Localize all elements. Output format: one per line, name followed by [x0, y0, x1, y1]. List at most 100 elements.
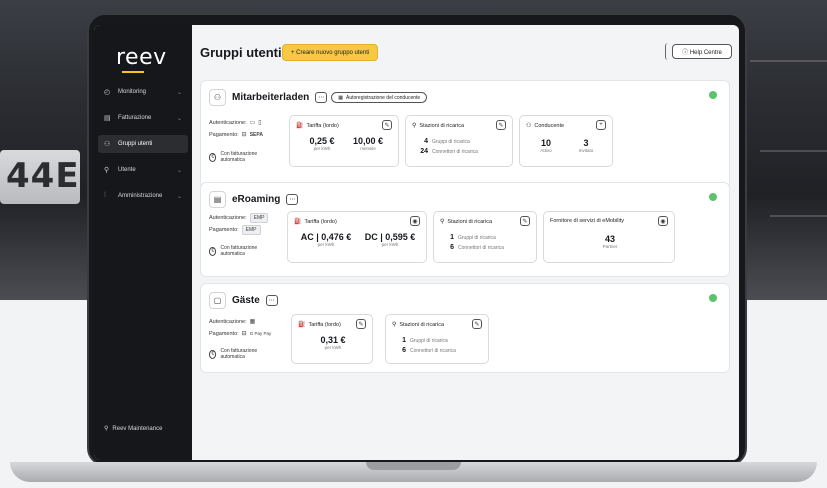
more-options-button[interactable]: ⋯ [265, 295, 278, 306]
group-icon: ⚇ [104, 141, 111, 148]
reev-logo[interactable]: reev [116, 45, 167, 70]
stations-header: ⚲ Stazioni di ricarica [440, 218, 493, 226]
auth-label: Autenticazione: [209, 119, 247, 126]
card-header: ▤ eRoaming ⋯ [209, 191, 299, 208]
tariff-unit: mensile [360, 146, 376, 151]
roaming-icon: ▤ [209, 191, 226, 208]
card-header: ⚇ Mitarbeiterladen ⋯ ▦ Autoregistrazione… [209, 89, 428, 106]
tariff-value-dc: DC | 0,595 € per kWh [358, 232, 422, 247]
sidebar-item-label: Fatturazione [118, 115, 152, 121]
providers-header: Fornitore di servizi di eMobility [550, 218, 624, 224]
license-plate: 44E [0, 150, 80, 204]
status-check-icon [709, 91, 717, 99]
stations-title: Stazioni di ricarica [447, 218, 493, 225]
invoice-icon: ▤ [104, 115, 111, 122]
billing-icon: € [209, 152, 217, 162]
stations-box: ⚲ Stazioni di ricarica ✎ 1 Gruppi di ricar… [385, 314, 489, 364]
connectors-row: 24 Connettori di ricarica [418, 148, 478, 155]
billing-label: Con fatturazione automatica [220, 348, 258, 360]
view-tariff-button[interactable]: ◉ [410, 216, 420, 226]
wallet-icon: ⊟ [241, 331, 247, 337]
drivers-title: Conducente [534, 122, 565, 129]
add-driver-button[interactable]: + [596, 120, 606, 130]
stations-title: Stazioni di ricarica [419, 122, 465, 129]
auth-label: Autenticazione: [209, 215, 247, 221]
group-card-mitarbeiterladen[interactable]: ⚇ Mitarbeiterladen ⋯ ▦ Autoregistrazione… [200, 80, 730, 188]
more-options-button[interactable]: ⋯ [286, 194, 299, 205]
count-label: Connettori di ricarica [458, 244, 504, 251]
tariff-title: Tariffa (lordo) [304, 218, 337, 225]
status-check-icon [709, 193, 717, 201]
partner-count: 43 Partner [580, 234, 640, 249]
location-pin-icon: ⚲ [412, 123, 417, 129]
payment-tag: EMP [241, 225, 261, 235]
tariff-icon: ⛽ [294, 219, 302, 225]
invited-drivers: 3 Invitato [566, 138, 606, 153]
stations-header: ⚲ Stazioni di ricarica [412, 122, 465, 130]
count: 4 [424, 138, 428, 145]
location-pin-icon: ⚲ [440, 219, 445, 225]
tariff-value-1: 0,31 € per kWh [308, 335, 358, 350]
stations-box: ⚲ Stazioni di ricarica ✎ 4 Gruppi di ricar… [405, 115, 513, 167]
tariff-price: 0,25 € [309, 136, 335, 146]
count-label: Gruppi di ricarica [410, 337, 448, 344]
stations-box: ⚲ Stazioni di ricarica ✎ 1 Gruppi di ricar… [433, 211, 537, 263]
payment-label: Pagamento: [209, 131, 239, 138]
logo-underline [122, 71, 144, 73]
help-centre-button[interactable]: ⓘ Help Centre [672, 44, 732, 59]
group-card-gaeste[interactable]: ▢ Gäste ⋯ Autenticazione: ▦ Pagamento: ⊟… [200, 283, 730, 373]
driver-count: 10 [540, 138, 551, 148]
create-group-button[interactable]: + Creare nuovo gruppo utenti [282, 44, 379, 61]
sidebar-item-gruppi-utenti[interactable]: ⚇ Gruppi utenti [98, 135, 188, 153]
tariff-header: ⛽ Tariffa (lordo) [298, 321, 341, 329]
stations-header: ⚲ Stazioni di ricarica [392, 321, 445, 329]
sidebar-item-fatturazione[interactable]: ▤ Fatturazione ⌄ [98, 109, 188, 127]
qr-code-icon: ▦ [249, 319, 256, 325]
provider-count-label: Partner [602, 244, 618, 249]
group-icon: ⚇ [526, 123, 532, 129]
edit-stations-button[interactable]: ✎ [496, 120, 506, 130]
auth-label: Autenticazione: [209, 318, 247, 325]
chevron-down-icon: ⌄ [176, 167, 182, 174]
sidebar: reev ◴ Monitoring ⌄ ▤ Fatturazione ⌄ ⚇ G… [94, 25, 192, 460]
count: 1 [450, 234, 454, 241]
sidebar-item-amministrazione[interactable]: ⫶ Amministrazione ⌄ [98, 187, 188, 205]
wallet-pay-logos: G Pay Pay [249, 331, 272, 336]
user-icon: ⚲ [104, 167, 110, 174]
count: 6 [450, 244, 454, 251]
count-label: Connettori di ricarica [410, 347, 456, 354]
tariff-header: ⛽ Tariffa (lordo) [294, 218, 337, 226]
sidebar-item-utente[interactable]: ⚲ Utente ⌄ [98, 161, 188, 179]
account-menu[interactable]: ⚲ Reev Maintenance [104, 425, 162, 433]
view-providers-button[interactable]: ◉ [658, 216, 668, 226]
more-options-button[interactable]: ⋯ [315, 92, 328, 103]
light-stripe [750, 60, 827, 62]
help-divider [665, 43, 671, 60]
tariff-unit: per kWh [313, 146, 331, 151]
auth-row: Autenticazione: ▦ [209, 318, 256, 326]
billing-icon: € [209, 349, 217, 359]
tariff-unit: per kWh [381, 242, 399, 247]
charging-groups-row: 1 Gruppi di ricarica [444, 234, 496, 241]
connectors-row: 6 Connettori di ricarica [396, 347, 456, 354]
auto-billing: € Con fatturazione automatica [209, 245, 269, 257]
edit-stations-button[interactable]: ✎ [472, 319, 482, 329]
stations-title: Stazioni di ricarica [399, 321, 445, 328]
group-card-eroaming[interactable]: ▤ eRoaming ⋯ Autenticazione: EMP Pagamen… [200, 182, 730, 277]
count: 6 [402, 347, 406, 354]
tariff-box: ⛽ Tariffa (lordo) ◉ AC | 0,476 € per kWh … [287, 211, 427, 263]
driver-count: 3 [583, 138, 589, 148]
guest-icon: ▢ [209, 292, 226, 309]
tariff-price: AC | 0,476 € [300, 232, 352, 242]
sidebar-item-label: Amministrazione [118, 193, 163, 199]
edit-tariff-button[interactable]: ✎ [382, 120, 392, 130]
payment-row: Pagamento: ⊟ SEPA [209, 131, 263, 139]
tariff-price: 0,31 € [320, 335, 346, 345]
provider-count: 43 [604, 234, 615, 244]
edit-tariff-button[interactable]: ✎ [356, 319, 366, 329]
edit-stations-button[interactable]: ✎ [520, 216, 530, 226]
card-title: Mitarbeiterladen [232, 92, 310, 103]
tariff-box: ⛽ Tariffa (lordo) ✎ 0,25 € per kWh 10,00 … [289, 115, 399, 167]
sidebar-item-monitoring[interactable]: ◴ Monitoring ⌄ [98, 83, 188, 101]
driver-self-registration-pill[interactable]: ▦ Autoregistrazione del conducente [331, 92, 428, 103]
